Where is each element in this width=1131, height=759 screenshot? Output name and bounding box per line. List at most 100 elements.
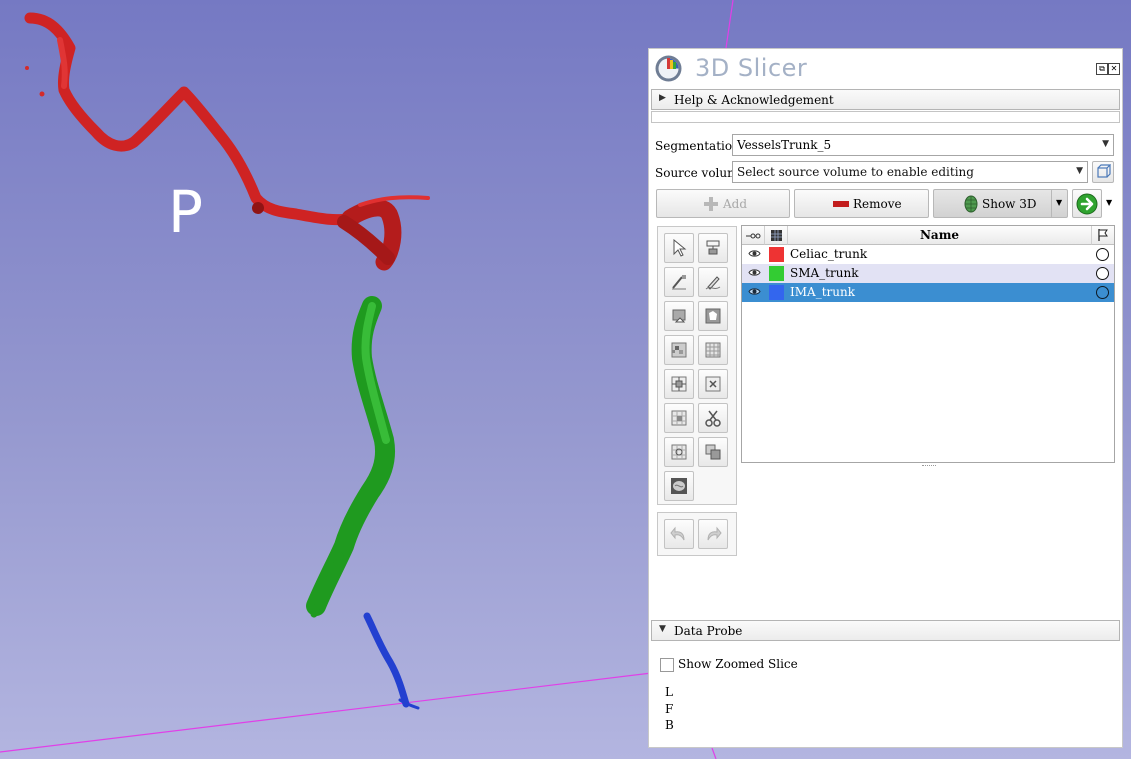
grow-from-seeds-icon [671, 342, 687, 358]
hollow-icon [671, 376, 687, 392]
scissors-icon [705, 410, 721, 427]
status-icon[interactable] [1096, 267, 1109, 280]
status-icon[interactable] [1096, 286, 1109, 299]
master-volume-options-button[interactable] [1092, 161, 1114, 183]
segment-name: IMA_trunk [790, 285, 855, 299]
undo-icon [670, 526, 685, 541]
segmentation-value: VesselsTrunk_5 [737, 138, 832, 152]
segmentation-selector[interactable]: VesselsTrunk_5 ▼ [732, 134, 1114, 156]
level-tracing-icon [705, 308, 721, 324]
resize-handle[interactable] [922, 465, 936, 466]
smoothing-tool-button[interactable] [698, 369, 728, 399]
redo-button[interactable] [698, 519, 728, 549]
erase-tool-button[interactable] [664, 301, 694, 331]
expand-arrow-icon: ▶ [659, 93, 666, 103]
orientation-label: P [168, 178, 203, 246]
hollow-tool-button[interactable] [664, 369, 694, 399]
brain-icon [671, 478, 687, 494]
none-tool-button[interactable] [664, 233, 694, 263]
segment-color-swatch[interactable] [769, 285, 784, 300]
smoothing-icon [705, 376, 721, 392]
table-row[interactable]: SMA_trunk [742, 264, 1114, 283]
color-table-icon [771, 230, 782, 241]
segment-name: Celiac_trunk [790, 247, 868, 261]
flag-icon [1098, 229, 1108, 241]
draw-tool-button[interactable] [698, 267, 728, 297]
source-volume-placeholder: Select source volume to enable editing [737, 165, 974, 179]
show-zoomed-slice-label: Show Zoomed Slice [678, 657, 798, 671]
mask-volume-tool-button[interactable] [664, 471, 694, 501]
grow-from-seeds-tool-button[interactable] [664, 335, 694, 365]
visibility-column-header[interactable] [742, 226, 765, 245]
switch-module-options-button[interactable]: ▼ [1104, 189, 1117, 218]
eye-icon[interactable] [748, 249, 761, 258]
remove-segment-button[interactable]: Remove [794, 189, 929, 218]
level-tracing-tool-button[interactable] [698, 301, 728, 331]
segment-editor-tool-button[interactable] [698, 233, 728, 263]
paint-brush-icon [672, 275, 686, 290]
eye-icon[interactable] [748, 287, 761, 296]
show3d-label: Show 3D [982, 197, 1037, 211]
undo-button[interactable] [664, 519, 694, 549]
close-panel-icon[interactable]: ✕ [1108, 63, 1120, 75]
chevron-down-icon: ▼ [1102, 139, 1109, 149]
logical-operators-tool-button[interactable] [698, 437, 728, 467]
scissors-tool-button[interactable] [698, 403, 728, 433]
slicer-logo-icon [655, 55, 682, 82]
segment-color-swatch[interactable] [769, 247, 784, 262]
arrow-right-circle-icon [1076, 193, 1098, 215]
segmentation-label: Segmentation: [655, 139, 744, 153]
segment-name: SMA_trunk [790, 266, 859, 280]
eye-icon[interactable] [748, 268, 761, 277]
panel-header: 3D Slicer ⧉ ✕ [649, 49, 1122, 87]
paint-tool-button[interactable] [664, 267, 694, 297]
pencil-icon [705, 276, 721, 290]
remove-label: Remove [853, 197, 902, 211]
status-column-header[interactable] [1092, 226, 1114, 245]
logical-operators-icon [705, 444, 721, 460]
data-probe-section-header[interactable]: ▼ Data Probe [651, 620, 1120, 641]
add-segment-button[interactable]: Add [656, 189, 790, 218]
fill-between-slices-icon [671, 410, 687, 426]
cursor-arrow-icon [673, 239, 687, 257]
show-3d-options-button[interactable]: ▼ [1051, 189, 1067, 218]
axis-line-vertical-bottom [711, 747, 717, 759]
undo-redo-group [657, 512, 737, 556]
switch-to-module-button[interactable] [1072, 189, 1102, 218]
status-icon[interactable] [1096, 248, 1109, 261]
probe-line-f: F [665, 702, 674, 716]
chevron-down-icon: ▼ [1106, 198, 1113, 207]
eraser-icon [672, 309, 686, 323]
table-row[interactable]: Celiac_trunk [742, 245, 1114, 264]
volume-cube-icon [1097, 164, 1111, 178]
segment-color-swatch[interactable] [769, 266, 784, 281]
celiac-trunk-model [24, 12, 430, 271]
name-header-label: Name [919, 228, 960, 242]
name-column-header[interactable]: Name [788, 226, 1092, 245]
app-title: 3D Slicer [695, 54, 808, 82]
sma-trunk-model [306, 296, 395, 618]
module-panel: 3D Slicer ⧉ ✕ ▶ Help & Acknowledgement S… [648, 48, 1123, 748]
minus-icon [833, 201, 849, 207]
show-zoomed-slice-checkbox[interactable] [660, 658, 674, 672]
add-label: Add [723, 197, 748, 211]
axis-line-horizontal [0, 671, 661, 753]
probe-line-b: B [665, 718, 674, 732]
effects-toolbar [657, 226, 737, 505]
float-panel-icon[interactable]: ⧉ [1096, 63, 1108, 75]
islands-tool-button[interactable] [664, 437, 694, 467]
help-section-header[interactable]: ▶ Help & Acknowledgement [651, 89, 1120, 110]
plus-icon [704, 197, 718, 211]
table-row-selected[interactable]: IMA_trunk [742, 283, 1114, 302]
show-3d-button[interactable]: Show 3D [933, 189, 1068, 218]
section-divider [651, 111, 1120, 123]
margin-tool-button[interactable] [698, 335, 728, 365]
data-probe-title: Data Probe [674, 624, 743, 638]
islands-icon [706, 240, 720, 255]
cube-3d-icon [964, 195, 978, 213]
probe-line-l: L [665, 685, 673, 699]
color-column-header[interactable] [765, 226, 788, 245]
scissors-grid-tool-button[interactable] [664, 403, 694, 433]
segments-table: Name Celiac_trunk SMA_trunk IMA_trunk [741, 225, 1115, 466]
source-volume-selector[interactable]: Select source volume to enable editing ▼ [732, 161, 1088, 183]
